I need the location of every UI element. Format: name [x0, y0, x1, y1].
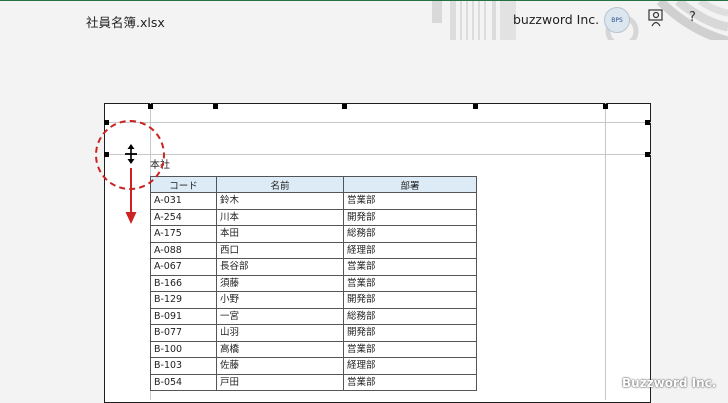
- header-margin-guide[interactable]: [104, 154, 651, 155]
- table-row: B-054 戸田 営業部: [150, 373, 477, 391]
- title-bar: 社員名簿.xlsx buzzword Inc. BPS ?: [0, 0, 728, 41]
- cell-name[interactable]: 鈴木: [216, 192, 344, 210]
- share-person-icon[interactable]: [648, 9, 666, 27]
- cell-code[interactable]: B-166: [150, 274, 217, 292]
- margin-handle[interactable]: [148, 104, 153, 109]
- user-name[interactable]: buzzword Inc.: [513, 12, 599, 27]
- margin-handle[interactable]: [603, 104, 608, 109]
- table-row: A-088 西口 経理部: [150, 241, 477, 259]
- move-resize-cursor-icon: [125, 144, 137, 164]
- cell-name[interactable]: 山羽: [216, 324, 344, 342]
- cell-code[interactable]: A-088: [150, 241, 217, 259]
- cell-department[interactable]: 総務部: [343, 225, 477, 243]
- cell-code[interactable]: B-100: [150, 340, 217, 358]
- cell-name[interactable]: 高橋: [216, 340, 344, 358]
- cell-code[interactable]: B-077: [150, 324, 217, 342]
- cell-code[interactable]: A-031: [150, 192, 217, 210]
- cell-code[interactable]: A-254: [150, 208, 217, 226]
- cell-department[interactable]: 営業部: [343, 192, 477, 210]
- table-row: B-077 山羽 開発部: [150, 324, 477, 342]
- table-row: A-254 川本 開発部: [150, 208, 477, 226]
- table-row: A-175 本田 総務部: [150, 225, 477, 243]
- cell-department[interactable]: 開発部: [343, 208, 477, 226]
- table-row: B-129 小野 開発部: [150, 291, 477, 309]
- document-title: 社員名簿.xlsx: [86, 15, 165, 30]
- avatar-text: BPS: [611, 16, 623, 24]
- table-row: B-166 須藤 営業部: [150, 274, 477, 292]
- watermark: Buzzword Inc.: [622, 376, 717, 390]
- cell-department[interactable]: 経理部: [343, 241, 477, 259]
- down-arrow-icon: [125, 168, 137, 224]
- cell-code[interactable]: B-091: [150, 307, 217, 325]
- cell-name[interactable]: 長谷部: [216, 258, 344, 276]
- cell-code[interactable]: A-067: [150, 258, 217, 276]
- cell-name[interactable]: 戸田: [216, 373, 344, 391]
- table-row: B-103 佐藤 経理部: [150, 357, 477, 375]
- cell-code[interactable]: B-054: [150, 373, 217, 391]
- margin-handle[interactable]: [342, 104, 347, 109]
- cell-name[interactable]: 佐藤: [216, 357, 344, 375]
- right-margin-guide[interactable]: [605, 103, 606, 400]
- table-row: B-091 一宮 総務部: [150, 307, 477, 325]
- table-row: B-100 高橋 営業部: [150, 340, 477, 358]
- table-row: A-031 鈴木 営業部: [150, 192, 477, 210]
- cell-name[interactable]: 一宮: [216, 307, 344, 325]
- help-icon[interactable]: ?: [689, 10, 696, 25]
- cell-department[interactable]: 営業部: [343, 274, 477, 292]
- cell-name[interactable]: 川本: [216, 208, 344, 226]
- margin-handle[interactable]: [104, 120, 109, 125]
- cell-name[interactable]: 西口: [216, 241, 344, 259]
- cell-code[interactable]: B-129: [150, 291, 217, 309]
- cell-code[interactable]: A-175: [150, 225, 217, 243]
- cell-department[interactable]: 営業部: [343, 340, 477, 358]
- header-cell-code[interactable]: コード: [150, 176, 217, 193]
- cell-department[interactable]: 営業部: [343, 258, 477, 276]
- cell-name[interactable]: 須藤: [216, 274, 344, 292]
- cell-code[interactable]: B-103: [150, 357, 217, 375]
- margin-handle[interactable]: [645, 152, 650, 157]
- top-margin-guide[interactable]: [104, 122, 651, 123]
- user-avatar[interactable]: BPS: [604, 7, 630, 33]
- cell-name[interactable]: 小野: [216, 291, 344, 309]
- cell-department[interactable]: 開発部: [343, 291, 477, 309]
- cell-department[interactable]: 開発部: [343, 324, 477, 342]
- header-cell-name[interactable]: 名前: [216, 176, 344, 193]
- margin-handle[interactable]: [645, 120, 650, 125]
- cell-department[interactable]: 経理部: [343, 357, 477, 375]
- cell-department[interactable]: 営業部: [343, 373, 477, 391]
- cell-name[interactable]: 本田: [216, 225, 344, 243]
- table-row: A-067 長谷部 営業部: [150, 258, 477, 276]
- margin-handle[interactable]: [213, 104, 218, 109]
- header-cell-department[interactable]: 部署: [343, 176, 477, 193]
- cell-department[interactable]: 総務部: [343, 307, 477, 325]
- employee-table: コード 名前 部署 A-031 鈴木 営業部 A-254 川本 開発部 A-175 本田総…: [150, 176, 477, 391]
- margin-handle[interactable]: [473, 104, 478, 109]
